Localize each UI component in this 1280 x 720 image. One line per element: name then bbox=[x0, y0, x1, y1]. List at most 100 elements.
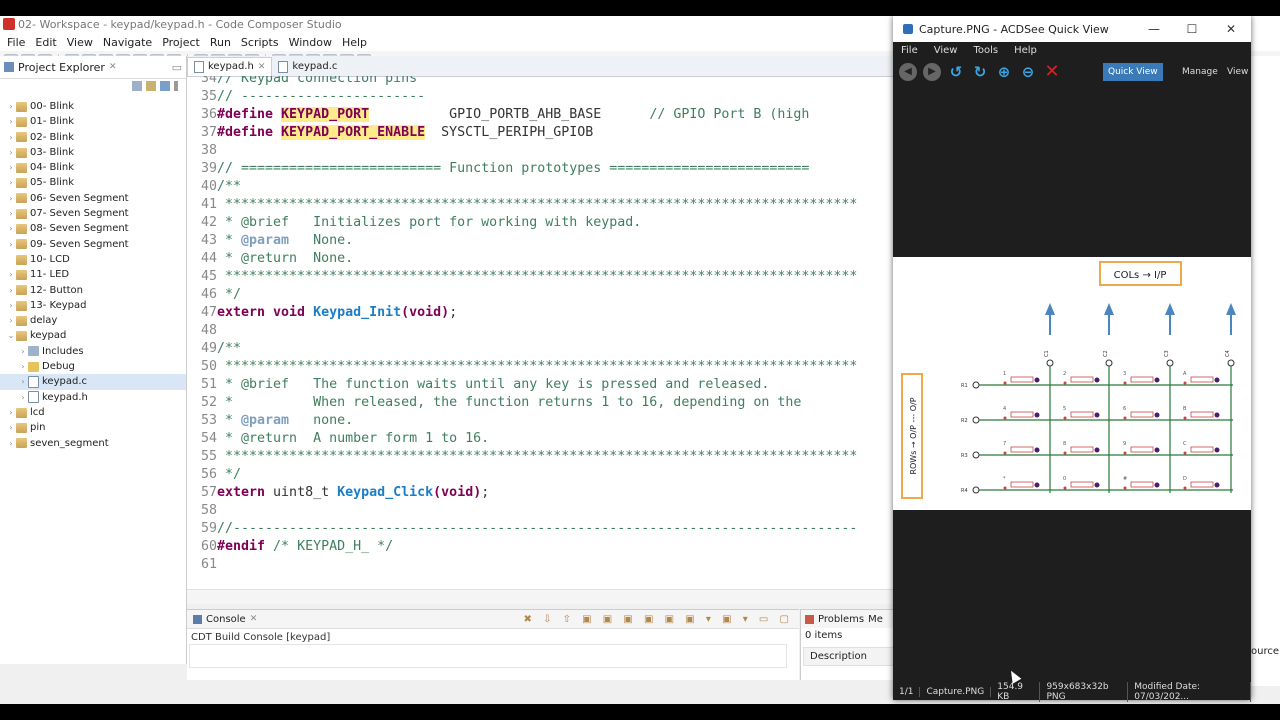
chevron-right-icon[interactable]: › bbox=[6, 175, 16, 190]
column-terminal bbox=[1166, 359, 1174, 367]
chevron-right-icon[interactable]: › bbox=[18, 359, 28, 374]
tree-item[interactable]: › 05- Blink bbox=[0, 175, 186, 190]
tree-item[interactable]: › 07- Seven Segment bbox=[0, 206, 186, 221]
manage-mode-button[interactable]: Manage bbox=[1177, 63, 1223, 81]
close-icon[interactable]: ✕ bbox=[250, 614, 258, 624]
console-output[interactable] bbox=[189, 644, 787, 668]
menu-window[interactable]: Window bbox=[284, 36, 337, 49]
code-area[interactable]: 34// Keypad connection pins 35// --------… bbox=[187, 76, 893, 584]
filter-icon[interactable] bbox=[160, 81, 170, 91]
tree-item[interactable]: › 13- Keypad bbox=[0, 298, 186, 313]
acdsee-menu-tools[interactable]: Tools bbox=[965, 45, 1006, 56]
maximize-button[interactable]: ☐ bbox=[1173, 16, 1211, 42]
zoom-out-icon[interactable]: ⊖ bbox=[1019, 63, 1037, 81]
chevron-right-icon[interactable]: › bbox=[6, 405, 16, 420]
acdsee-menu-help[interactable]: Help bbox=[1006, 45, 1045, 56]
tree-item[interactable]: › 12- Button bbox=[0, 283, 186, 298]
problems-description-column[interactable]: Description bbox=[803, 647, 894, 666]
quick-view-mode-button[interactable]: Quick View bbox=[1103, 63, 1163, 81]
problems-extra-tab[interactable]: Me bbox=[868, 614, 883, 625]
chevron-right-icon[interactable]: › bbox=[6, 221, 16, 236]
tree-item[interactable]: › 01- Blink bbox=[0, 114, 186, 129]
chevron-right-icon[interactable]: › bbox=[6, 267, 16, 282]
line-number: 56 bbox=[200, 467, 217, 482]
tree-item[interactable]: › 03- Blink bbox=[0, 145, 186, 160]
tree-item[interactable]: › 11- LED bbox=[0, 267, 186, 282]
chevron-right-icon[interactable]: › bbox=[6, 283, 16, 298]
chevron-right-icon[interactable]: › bbox=[6, 160, 16, 175]
chevron-right-icon[interactable]: › bbox=[6, 191, 16, 206]
tree-item[interactable]: › 09- Seven Segment bbox=[0, 237, 186, 252]
tree-item[interactable]: › 08- Seven Segment bbox=[0, 221, 186, 236]
file-icon bbox=[28, 391, 39, 404]
tree-item[interactable]: › 00- Blink bbox=[0, 99, 186, 114]
chevron-right-icon[interactable]: › bbox=[6, 237, 16, 252]
tree-item[interactable]: › keypad.c bbox=[0, 374, 186, 390]
acdsee-menu-view[interactable]: View bbox=[926, 45, 966, 56]
chevron-right-icon[interactable]: › bbox=[6, 206, 16, 221]
problems-title[interactable]: Problems bbox=[818, 614, 864, 625]
chevron-right-icon[interactable]: › bbox=[6, 436, 16, 451]
chevron-right-icon[interactable]: › bbox=[6, 99, 16, 114]
menu-help[interactable]: Help bbox=[337, 36, 372, 49]
tree-item[interactable]: 10- LCD bbox=[0, 252, 186, 267]
menu-run[interactable]: Run bbox=[205, 36, 236, 49]
close-icon[interactable]: ✕ bbox=[258, 58, 266, 76]
menu-project[interactable]: Project bbox=[157, 36, 205, 49]
chevron-right-icon[interactable]: › bbox=[6, 420, 16, 435]
key-contact bbox=[1123, 486, 1127, 490]
chevron-right-icon[interactable]: › bbox=[18, 390, 28, 405]
chevron-down-icon[interactable]: ⌄ bbox=[6, 328, 16, 343]
close-icon[interactable]: ✕ bbox=[109, 62, 117, 72]
chevron-right-icon[interactable]: › bbox=[6, 298, 16, 313]
tree-item[interactable]: › keypad.h bbox=[0, 390, 186, 405]
collapse-all-icon[interactable] bbox=[132, 81, 142, 91]
key-switch bbox=[1130, 411, 1154, 418]
console-toolbar-icons[interactable]: ✖ ⇩ ⇧ ▣ ▣ ▣ ▣ ▣ ▣ ▾ ▣ ▾ ▭ ▢ bbox=[523, 614, 799, 625]
editor-tab[interactable]: keypad.h ✕ bbox=[187, 57, 273, 76]
menu-navigate[interactable]: Navigate bbox=[98, 36, 157, 49]
menu-view[interactable]: View bbox=[62, 36, 98, 49]
tree-item[interactable]: › 04- Blink bbox=[0, 160, 186, 175]
console-title[interactable]: Console bbox=[206, 614, 246, 625]
delete-icon[interactable]: ✕ bbox=[1043, 63, 1061, 81]
project-explorer-title[interactable]: Project Explorer bbox=[18, 61, 105, 74]
menu-edit[interactable]: Edit bbox=[30, 36, 61, 49]
tree-item[interactable]: › pin bbox=[0, 420, 186, 435]
editor-tab[interactable]: keypad.c bbox=[272, 58, 343, 76]
proj-icon bbox=[16, 254, 27, 265]
tree-item[interactable]: › seven_segment bbox=[0, 436, 186, 451]
rotate-left-icon[interactable]: ↺ bbox=[947, 63, 965, 81]
code-token: (void) bbox=[433, 485, 482, 500]
menu-file[interactable]: File bbox=[2, 36, 30, 49]
chevron-right-icon[interactable]: › bbox=[6, 114, 16, 129]
tree-item[interactable]: › delay bbox=[0, 313, 186, 328]
next-icon[interactable]: ▶ bbox=[923, 63, 941, 81]
view-menu-icon[interactable] bbox=[174, 81, 178, 91]
minimize-icon[interactable]: ▭ bbox=[172, 61, 186, 74]
chevron-right-icon[interactable]: › bbox=[6, 145, 16, 160]
tree-item[interactable]: › 02- Blink bbox=[0, 130, 186, 145]
tree-item[interactable]: › lcd bbox=[0, 405, 186, 420]
zoom-in-icon[interactable]: ⊕ bbox=[995, 63, 1013, 81]
rotate-right-icon[interactable]: ↻ bbox=[971, 63, 989, 81]
code-token: * @brief Initializes port for working wi… bbox=[217, 215, 642, 230]
chevron-right-icon[interactable]: › bbox=[18, 374, 28, 389]
chevron-right-icon[interactable]: › bbox=[6, 313, 16, 328]
link-editor-icon[interactable] bbox=[146, 81, 156, 91]
tree-item[interactable]: › 06- Seven Segment bbox=[0, 191, 186, 206]
tree-item[interactable]: › Includes bbox=[0, 344, 186, 359]
editor-horizontal-scrollbar[interactable] bbox=[187, 589, 893, 604]
tree-item-label: 10- LCD bbox=[30, 253, 70, 265]
chevron-right-icon[interactable]: › bbox=[18, 344, 28, 359]
key-contact bbox=[1034, 412, 1040, 418]
tree-item[interactable]: › Debug bbox=[0, 359, 186, 374]
acdsee-menu-file[interactable]: File bbox=[893, 45, 926, 56]
minimize-button[interactable]: — bbox=[1135, 16, 1173, 42]
menu-scripts[interactable]: Scripts bbox=[236, 36, 284, 49]
chevron-right-icon[interactable]: › bbox=[6, 130, 16, 145]
view-mode-button[interactable]: View bbox=[1222, 63, 1253, 81]
tree-item[interactable]: ⌄ keypad bbox=[0, 328, 186, 343]
close-button[interactable]: ✕ bbox=[1212, 16, 1250, 42]
previous-icon[interactable]: ◀ bbox=[899, 63, 917, 81]
